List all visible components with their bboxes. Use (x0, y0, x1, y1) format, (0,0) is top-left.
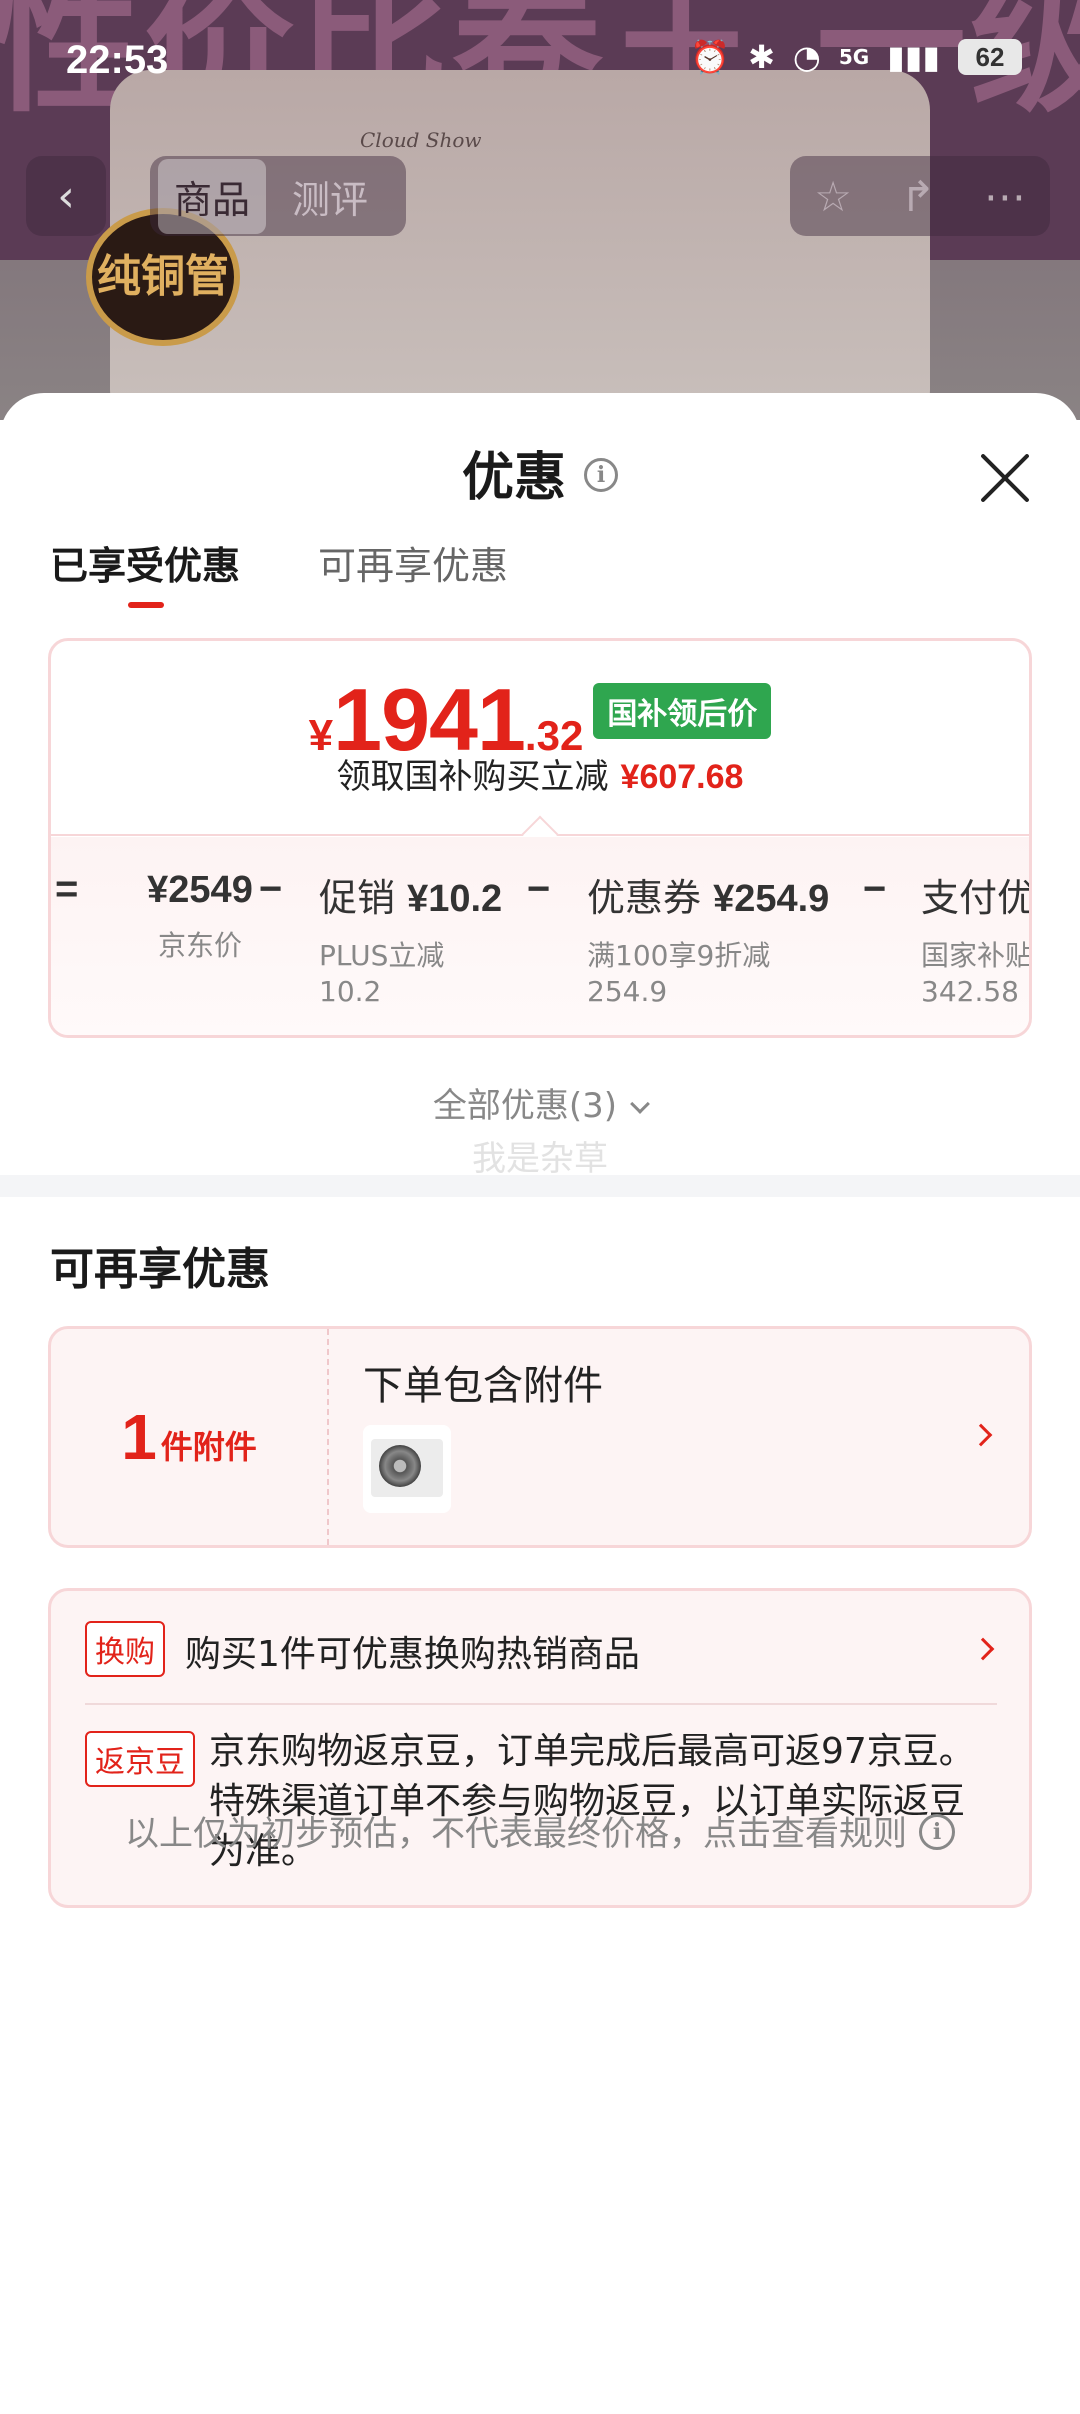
minus-sign: − (527, 867, 551, 911)
discount-sheet: 优惠 i 已享受优惠 可再享优惠 ¥1941.32 国补领后价 领取国补购买立减 ¥6… (0, 393, 1080, 2414)
share-icon[interactable]: ↱ (900, 172, 935, 221)
section-divider (0, 1175, 1080, 1197)
promo-card: 换购 购买1件可优惠换购热销商品 返京豆 京东购物返京豆，订单完成后最高可返97… (48, 1588, 1032, 1908)
wifi-icon: ◔ (792, 38, 821, 76)
tab-product[interactable]: 商品 (158, 158, 267, 234)
final-price-area: ¥1941.32 国补领后价 领取国补购买立减 ¥607.68 (51, 641, 1029, 834)
status-icons: ⏰ ✱ ◔ 5G ▮▮▮ 62 (690, 38, 1022, 76)
product-tabs: 商品 测评 (150, 156, 406, 236)
price-card: ¥1941.32 国补领后价 领取国补购买立减 ¥607.68 = ¥2549 京东… (48, 638, 1032, 1038)
breakdown-label-line: 国家补贴 (921, 939, 1032, 972)
equals-sign: = (55, 867, 79, 911)
breakdown-label: 京东价 (157, 929, 242, 962)
minus-sign: − (259, 867, 283, 911)
jd-beans-row: 返京豆 京东购物返京豆，订单完成后最高可返97京豆。特殊渠道订单不参与购物返豆，… (85, 1731, 995, 1872)
all-offers-toggle[interactable]: 全部优惠(3) (0, 1078, 1080, 1127)
bluetooth-icon: ✱ (748, 38, 775, 76)
battery-icon: 62 (958, 39, 1022, 75)
chevron-right-icon (971, 1637, 995, 1661)
status-bar: 22:53 ⏰ ✱ ◔ 5G ▮▮▮ 62 (0, 0, 1080, 124)
dashed-divider (327, 1329, 329, 1545)
price-breakdown[interactable]: = ¥2549 京东价 − 促销 ¥10.2 PLUS立减 10.2 − 优惠券… (51, 837, 1032, 1035)
sheet-title-text: 优惠 (461, 448, 566, 508)
breakdown-value: ¥254.9 (713, 878, 830, 920)
info-icon: i (919, 1813, 955, 1850)
breakdown-prefix: 促销 (319, 876, 408, 920)
savings-label: 领取国补购买立减 (336, 757, 609, 797)
breakdown-item-payment: 支付优 国家补贴 342.58 (921, 867, 1032, 1010)
trade-in-text: 购买1件可优惠换购热销商品 (185, 1634, 640, 1675)
breakdown-value: ¥10.2 (407, 878, 503, 920)
breakdown-label-line: 342.58 (921, 975, 1019, 1008)
star-icon[interactable]: ☆ (814, 172, 852, 221)
watermark: 我是杂草 (472, 1139, 608, 1179)
alarm-icon: ⏰ (690, 38, 731, 76)
breakdown-prefix: 优惠券 (587, 876, 714, 920)
trade-in-tag: 换购 (85, 1621, 165, 1677)
accessory-card[interactable]: 1 件附件 下单包含附件 (48, 1326, 1032, 1548)
savings-amount: ¥607.68 (620, 758, 744, 796)
back-button[interactable]: ‹ (26, 156, 106, 236)
product-brand: Cloud Show (360, 128, 482, 152)
breakdown-label: PLUS立减 10.2 (319, 938, 502, 1010)
product-nav: ‹ 商品 测评 ☆ ↱ ⋯ (0, 156, 1080, 236)
chevron-left-icon: ‹ (57, 170, 75, 222)
accessory-count: 1 件附件 (51, 1329, 327, 1545)
more-discounts-title: 可再享优惠 (50, 1244, 270, 1295)
breakdown-label-line: PLUS立减 (319, 939, 445, 972)
sheet-title: 优惠 i (0, 433, 1080, 523)
accessory-count-number: 1 (121, 1401, 157, 1473)
info-icon[interactable]: i (584, 458, 618, 492)
chevron-right-icon (969, 1423, 993, 1447)
price-subtitle: 领取国补购买立减 ¥607.68 (51, 749, 1029, 798)
subsidy-price-tag: 国补领后价 (593, 683, 772, 739)
tab-enjoyed-discounts[interactable]: 已享受优惠 (50, 538, 240, 608)
breakdown-item-coupon: 优惠券 ¥254.9 满100享9折减 254.9 (587, 867, 829, 1010)
sheet-header: 优惠 i (0, 433, 1080, 523)
network-label: 5G (838, 45, 870, 69)
tab-more-discounts[interactable]: 可再享优惠 (318, 538, 508, 608)
jd-beans-tag: 返京豆 (85, 1731, 195, 1787)
fan-icon (379, 1445, 421, 1487)
accessory-title: 下单包含附件 (363, 1363, 603, 1409)
breakdown-prefix: 支付优 (921, 876, 1032, 920)
footer-note-text: 以上仅为初步预估，不代表最终价格，点击查看规则 (125, 1814, 907, 1854)
accessory-thumbnail (363, 1425, 451, 1513)
breakdown-label-line: 10.2 (319, 975, 382, 1008)
chevron-down-icon (630, 1094, 650, 1114)
status-time: 22:53 (66, 38, 169, 82)
close-button[interactable] (978, 451, 1032, 505)
signal-icon: ▮▮▮ (887, 38, 940, 76)
nav-actions: ☆ ↱ ⋯ (790, 156, 1050, 236)
accessory-count-unit: 件附件 (160, 1428, 257, 1466)
breakdown-label: 国家补贴 342.58 (921, 938, 1032, 1010)
breakdown-value: ¥2549 (147, 869, 253, 911)
breakdown-item-promotion: 促销 ¥10.2 PLUS立减 10.2 (319, 867, 502, 1010)
discount-tabs: 已享受优惠 可再享优惠 (50, 538, 508, 608)
minus-sign: − (863, 867, 887, 911)
breakdown-label-line: 254.9 (587, 975, 668, 1008)
divider (85, 1703, 997, 1705)
footer-rules-link[interactable]: 以上仅为初步预估，不代表最终价格，点击查看规则 i (0, 1806, 1080, 1855)
trade-in-row[interactable]: 换购 购买1件可优惠换购热销商品 (85, 1621, 995, 1681)
all-offers-label: 全部优惠(3) (432, 1086, 618, 1126)
tab-review[interactable]: 测评 (276, 159, 384, 234)
more-icon[interactable]: ⋯ (984, 172, 1026, 221)
breakdown-label-line: 满100享9折减 (587, 939, 771, 972)
breakdown-label: 满100享9折减 254.9 (587, 938, 829, 1010)
